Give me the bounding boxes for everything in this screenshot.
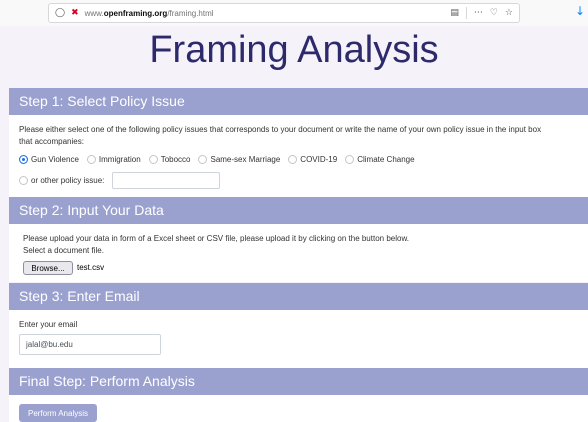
radio-button[interactable] [198,155,208,164]
radio-button[interactable] [345,155,355,164]
other-issue-input[interactable] [112,172,220,189]
tracker-icon[interactable]: ✖ [71,8,79,18]
radio-option-immigration[interactable]: Immigration [86,155,141,164]
perform-analysis-button[interactable]: Perform Analysis [19,404,97,422]
bookmark-star-icon[interactable]: ☆ [505,8,513,18]
step2-heading: Step 2: Input Your Data [9,197,588,224]
radio-option-covid-19[interactable]: COVID-19 [288,155,337,164]
step2-select-file-label: Select a document file. [23,246,104,255]
step1-instructions-line1: Please either select one of the followin… [19,125,542,134]
shield-icon[interactable]: ◯ [55,8,65,18]
final-section: Perform Analysis [9,395,588,422]
radio-option-other[interactable]: or other policy issue: [19,176,104,185]
radio-option-climate-change[interactable]: Climate Change [345,155,415,164]
page-title: Framing Analysis [149,29,439,71]
step3-heading: Step 3: Enter Email [9,283,588,310]
email-input[interactable]: jalal@bu.edu [19,334,161,355]
step1-section: Please either select one of the followin… [9,115,588,197]
more-icon[interactable]: ⋯ [474,8,483,18]
other-issue-row: or other policy issue: [19,176,112,185]
step1-instructions-line2: that accompanies: [19,137,84,146]
step2-upload-instructions: Please upload your data in form of a Exc… [23,234,410,243]
radio-option-same-sex-marriage[interactable]: Same-sex Marriage [198,155,280,164]
browser-toolbar: ◯ ✖ www.openframing.org/framing.html ▤ ⋯… [0,0,588,26]
pocket-icon[interactable]: ♡ [490,8,498,18]
radio-option-tobocco[interactable]: Tobocco [148,155,190,164]
radio-option-gun-violence[interactable]: Gun Violence [19,155,79,164]
selected-file-name: test.csv [77,263,105,272]
radio-button[interactable] [19,176,28,185]
radio-button[interactable] [86,155,96,164]
step2-section: Please upload your data in form of a Exc… [9,224,588,282]
step3-section: Enter your email jalal@bu.edu [9,310,588,368]
url-text[interactable]: www.openframing.org/framing.html [85,9,214,18]
radio-button[interactable] [288,155,298,164]
policy-issue-radio-group: Gun Violence Immigration Tobocco Same-se… [19,155,423,164]
final-step-heading: Final Step: Perform Analysis [9,368,588,395]
reader-icon[interactable]: ▤ [450,8,459,18]
radio-button[interactable] [19,155,28,164]
url-bar[interactable]: ◯ ✖ www.openframing.org/framing.html ▤ ⋯… [48,3,520,23]
email-label: Enter your email [19,320,78,329]
browse-button[interactable]: Browse... [23,261,73,275]
download-icon[interactable]: ↓ [575,5,585,17]
radio-button[interactable] [148,155,158,164]
step1-heading: Step 1: Select Policy Issue [9,88,588,115]
divider [465,7,467,19]
